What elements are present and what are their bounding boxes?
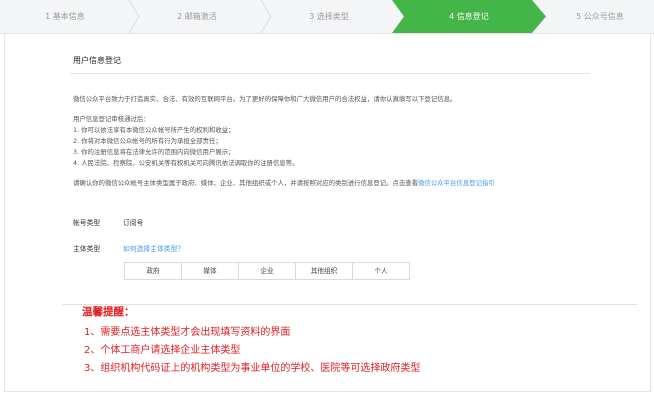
registration-guide-link[interactable]: 微信公众平台信息登记指引 (418, 179, 495, 187)
intro-text: 微信公众平台致力于打造真实、合法、有效的互联网平台。为了更好的保障你和广大微信用… (73, 95, 457, 103)
reminder-line: 1、需要点选主体类型才会出现填写资料的界面 (84, 327, 291, 338)
subject-type-label: 主体类型 (73, 245, 101, 253)
type-option-media[interactable]: 媒体 (182, 263, 239, 279)
reminder-line: 2、个体工商户请选择企业主体类型 (84, 345, 241, 356)
reminder-line: 3、组织机构代码证上的机构类型为事业单位的学校、医院等可选择政府类型 (84, 363, 421, 374)
after-approval-item: 4. 人民法院、检察院、公安机关等有权机关可向腾讯依法调取你的注册信息等。 (73, 159, 299, 167)
type-option-enterprise[interactable]: 企业 (239, 263, 296, 279)
confirm-text: 请确认你的微信公众帐号主体类型属于政府、媒体、企业、其他组织或个人，并请按照对应… (73, 179, 419, 187)
after-approval-item: 1. 你可以依法享有本微信公众帐号所产生的权利和收益； (73, 126, 235, 134)
step-4-active: 4 信息登记 (404, 0, 534, 33)
step-4-label: 4 信息登记 (449, 12, 489, 21)
step-3-label: 3 选择类型 (309, 12, 349, 21)
after-approval-title: 用户信息登记审核通过后： (73, 115, 150, 123)
after-approval-item: 2. 你将对本微信公众帐号的所有行为承担全部责任； (73, 137, 222, 145)
step-5: 5 公众号信息 (546, 0, 654, 33)
type-option-government[interactable]: 政府 (125, 263, 182, 279)
subject-type-help-link[interactable]: 如何选择主体类型？ (123, 243, 184, 253)
step-2: 2 邮箱激活 (132, 0, 262, 33)
title-divider (70, 73, 590, 74)
step-5-label: 5 公众号信息 (576, 12, 624, 21)
type-option-other-org[interactable]: 其他组织 (296, 263, 353, 279)
step-3: 3 选择类型 (264, 0, 394, 33)
account-type-value: 订阅号 (123, 219, 144, 227)
reminder-title: 温馨提醒： (82, 306, 135, 318)
after-approval-item: 3. 你的注册信息将在法律允许的范围内向微信用户展示； (73, 148, 235, 156)
step-progress-bar: 1 基本信息 2 邮箱激活 3 选择类型 4 信息登记 5 公众号信息 (0, 0, 654, 34)
step-1-label: 1 基本信息 (45, 12, 85, 21)
page-title: 用户信息登记 (73, 56, 121, 65)
step-1: 1 基本信息 (0, 0, 130, 33)
confirm-paragraph: 请确认你的微信公众帐号主体类型属于政府、媒体、企业、其他组织或个人，并请按照对应… (73, 178, 495, 187)
type-option-individual[interactable]: 个人 (353, 263, 409, 279)
step-2-label: 2 邮箱激活 (177, 12, 217, 21)
account-type-label: 帐号类型 (73, 219, 101, 227)
subject-type-selector: 政府 媒体 企业 其他组织 个人 (124, 262, 410, 280)
